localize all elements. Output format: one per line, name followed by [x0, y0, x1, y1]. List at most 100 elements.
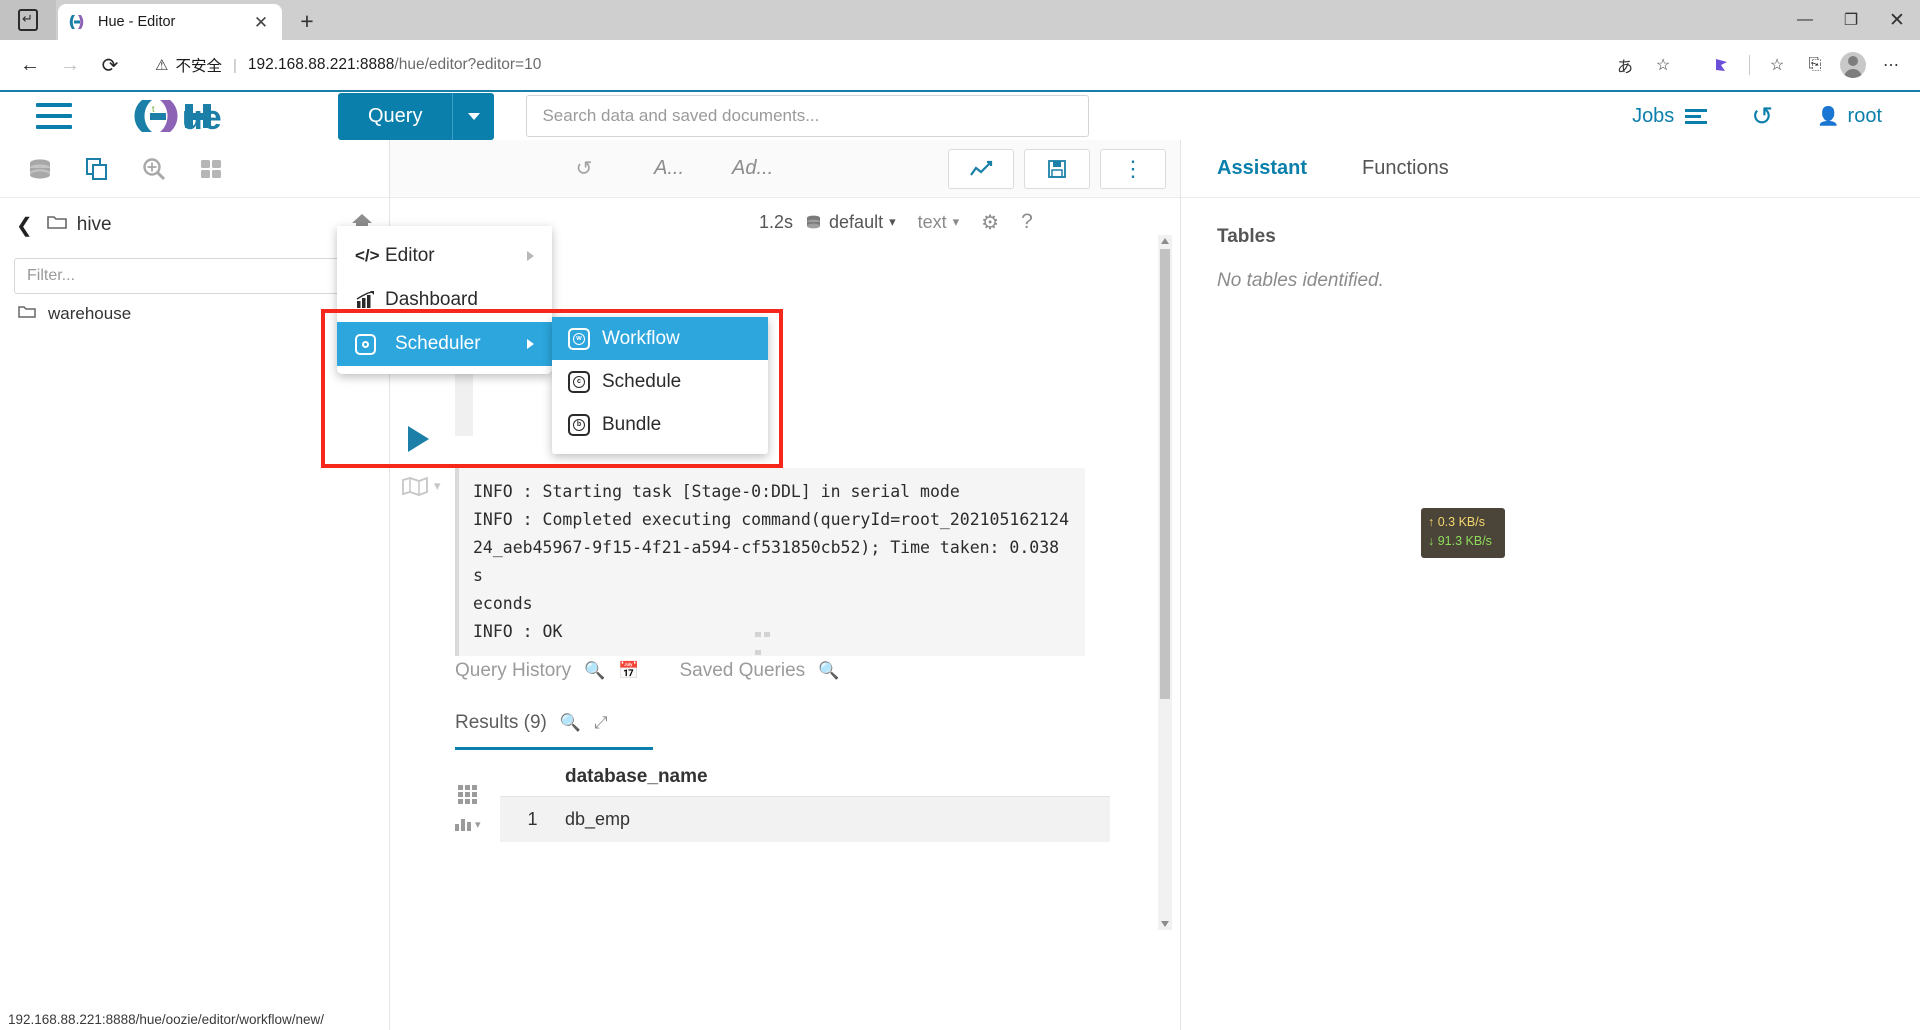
- extension-icon[interactable]: [1703, 48, 1741, 82]
- breadcrumb-back-icon[interactable]: ❮: [16, 213, 33, 238]
- scheduler-submenu: w Workflow c Schedule b Bundle: [552, 317, 768, 454]
- tab-assistant[interactable]: Assistant: [1217, 157, 1307, 180]
- global-search-input[interactable]: Search data and saved documents...: [526, 95, 1090, 137]
- chart-icon[interactable]: [948, 148, 1014, 189]
- query-duration: 1.2s: [759, 211, 794, 232]
- map-toggle-icon[interactable]: ▾: [402, 476, 446, 496]
- mode-selector[interactable]: text ▾: [918, 212, 960, 233]
- editor-advanced-label[interactable]: Ad...: [732, 157, 773, 180]
- log-resize-handle[interactable]: [755, 458, 781, 489]
- profile-avatar[interactable]: [1834, 48, 1872, 82]
- back-button[interactable]: ←: [10, 45, 50, 85]
- tab-saved-queries[interactable]: Saved Queries 🔍: [679, 660, 839, 682]
- database-selector[interactable]: default ▾: [805, 212, 896, 233]
- query-button-group: Query: [338, 92, 495, 140]
- expand-icon[interactable]: ⤢: [594, 713, 608, 733]
- filter-input[interactable]: Filter...: [14, 258, 375, 294]
- documents-icon[interactable]: [77, 150, 117, 188]
- address-bar[interactable]: ⚠ 不安全 | 192.168.88.221:8888/hue/editor?e…: [140, 48, 1697, 82]
- chevron-right-icon: [527, 339, 534, 349]
- grid-view-icon[interactable]: [458, 785, 478, 804]
- editor-history-icon[interactable]: ↺: [564, 150, 604, 188]
- log-line: INFO : OK: [473, 622, 563, 642]
- submenu-item-schedule[interactable]: c Schedule: [552, 360, 768, 403]
- table-row[interactable]: 1 db_emp: [500, 796, 1110, 842]
- assistant-tables-section: Tables No tables identified.: [1181, 198, 1920, 292]
- code-icon: </>: [355, 246, 380, 265]
- user-menu[interactable]: 👤 root: [1817, 105, 1882, 128]
- window-close-button[interactable]: ✕: [1874, 0, 1920, 40]
- browser-status-bar: 192.168.88.221:8888/hue/oozie/editor/wor…: [0, 1008, 332, 1030]
- help-icon[interactable]: ?: [1021, 210, 1033, 234]
- translate-icon[interactable]: あ: [1606, 48, 1644, 82]
- menu-item-label: Editor: [385, 245, 435, 266]
- tab-results[interactable]: Results (9) 🔍 ⤢: [455, 712, 653, 750]
- dashboard-icon: [355, 291, 385, 309]
- query-dropdown-toggle[interactable]: [452, 92, 495, 140]
- submenu-item-workflow[interactable]: w Workflow: [552, 317, 768, 360]
- scroll-up-icon[interactable]: [1161, 238, 1169, 244]
- window-controls: — ❐ ✕: [1782, 0, 1920, 40]
- browser-tab-title: Hue - Editor: [98, 14, 176, 30]
- new-tab-button[interactable]: +: [290, 4, 324, 38]
- submenu-item-bundle[interactable]: b Bundle: [552, 403, 768, 446]
- run-query-button[interactable]: [408, 426, 429, 452]
- query-button[interactable]: Query: [338, 92, 453, 140]
- window-minimize-button[interactable]: —: [1782, 0, 1828, 40]
- menu-item-editor[interactable]: </> Editor: [337, 234, 552, 278]
- browser-tab[interactable]: Hue - Editor ✕: [58, 4, 282, 40]
- download-speed: ↓ 91.3 KB/s: [1428, 534, 1492, 549]
- editor-scrollbar[interactable]: [1158, 235, 1172, 930]
- calendar-icon[interactable]: 📅: [618, 661, 639, 681]
- editor-format-label[interactable]: A...: [654, 157, 684, 180]
- scroll-down-icon[interactable]: [1161, 921, 1169, 927]
- collections-icon[interactable]: ☆: [1758, 48, 1796, 82]
- tree-item-warehouse[interactable]: warehouse: [0, 294, 389, 334]
- tab-close-icon[interactable]: ✕: [250, 14, 272, 31]
- upload-speed: ↑ 0.3 KB/s: [1428, 515, 1485, 529]
- menu-item-scheduler[interactable]: Scheduler: [337, 322, 552, 366]
- scrollbar-thumb[interactable]: [1160, 249, 1170, 699]
- address-url: 192.168.88.221:8888/hue/editor?editor=10: [248, 56, 541, 74]
- tab-query-history[interactable]: Query History 🔍 📅: [455, 660, 639, 682]
- menu-item-label: Dashboard: [385, 289, 478, 310]
- window-maximize-button[interactable]: ❐: [1828, 0, 1874, 40]
- submenu-item-label: Schedule: [602, 370, 682, 392]
- schedule-icon: c: [568, 370, 590, 393]
- save-icon[interactable]: [1024, 148, 1090, 189]
- folder-icon: [46, 214, 67, 236]
- tab-label: Query History: [455, 660, 572, 681]
- network-speed-badge: ↑ 0.3 KB/s ↓ 91.3 KB/s: [1421, 508, 1505, 558]
- chart-view-icon[interactable]: ▾: [455, 818, 481, 831]
- tab-search-button[interactable]: [0, 0, 56, 40]
- column-header-database-name: database_name: [565, 766, 708, 787]
- submenu-item-label: Workflow: [602, 327, 680, 349]
- jobs-link[interactable]: Jobs: [1632, 105, 1708, 128]
- apps-grid-icon[interactable]: [191, 150, 231, 188]
- tab-functions[interactable]: Functions: [1362, 157, 1449, 180]
- search-icon[interactable]: 🔍: [818, 661, 839, 681]
- forward-button[interactable]: →: [50, 45, 90, 85]
- more-options-icon[interactable]: ⋮: [1100, 148, 1166, 189]
- url-path: /hue/editor?editor=10: [394, 56, 542, 73]
- reload-button[interactable]: ⟳: [90, 45, 130, 85]
- menu-toggle-button[interactable]: [36, 103, 72, 129]
- add-favorite-icon[interactable]: ☆: [1644, 48, 1682, 82]
- tab-strip: Hue - Editor ✕ +: [0, 0, 324, 40]
- search-icon[interactable]: 🔍: [560, 713, 581, 733]
- database-icon[interactable]: [20, 150, 60, 188]
- database-name: default: [829, 211, 884, 232]
- hue-logo[interactable]: t ue: [130, 96, 260, 136]
- split-screen-icon[interactable]: ⎘: [1796, 48, 1834, 82]
- search-plus-icon[interactable]: [134, 150, 174, 188]
- left-assist-panel: ❮ hive Filter... warehouse: [0, 140, 390, 1030]
- results-resize-handle[interactable]: [755, 624, 781, 655]
- query-dropdown-menu: </> Editor Dashboard Scheduler: [337, 226, 552, 374]
- search-icon[interactable]: 🔍: [584, 661, 605, 681]
- history-icon[interactable]: ↺: [1751, 101, 1773, 132]
- toolbar-divider: [1749, 55, 1750, 75]
- gear-icon[interactable]: ⚙: [981, 210, 999, 235]
- browser-toolbar: ← → ⟳ ⚠ 不安全 | 192.168.88.221:8888/hue/ed…: [0, 40, 1920, 90]
- browser-settings-icon[interactable]: ⋯: [1872, 48, 1910, 82]
- menu-item-dashboard[interactable]: Dashboard: [337, 278, 552, 322]
